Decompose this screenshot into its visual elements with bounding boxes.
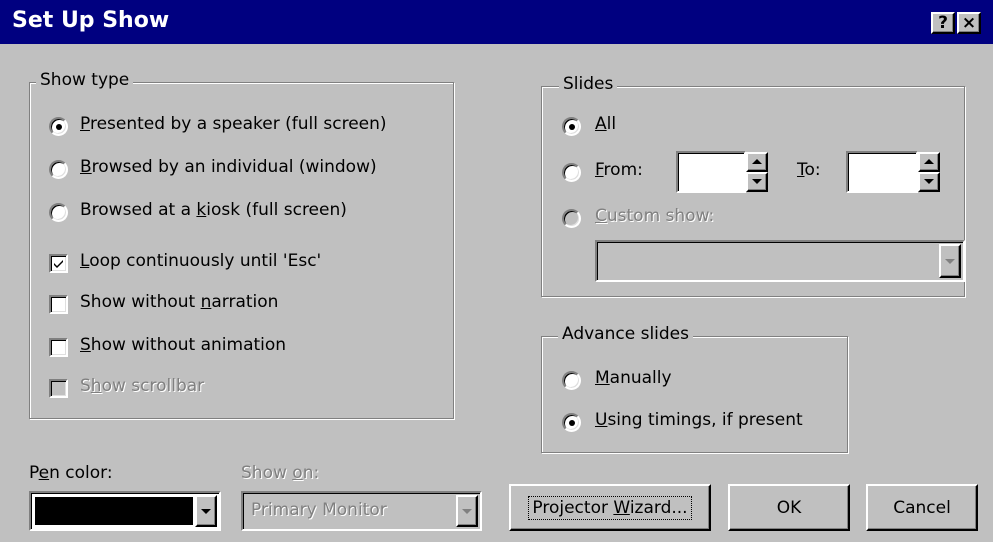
show-on-select: Primary Monitor <box>241 491 482 531</box>
chevron-down-icon <box>462 509 472 514</box>
show-on-label: Show on: <box>241 463 320 483</box>
projector-wizard-label: Projector Wizard... <box>528 495 692 520</box>
checkbox-box <box>49 254 68 273</box>
radio-indicator <box>562 209 581 228</box>
radio-label: Browsed by an individual (window) <box>80 157 377 177</box>
to-spin-down-button[interactable] <box>918 172 940 192</box>
from-input[interactable] <box>676 151 746 193</box>
arrow-down-icon <box>924 179 934 184</box>
checkbox-label: Show scrollbar <box>80 376 205 396</box>
radio-label: Custom show: <box>595 206 715 226</box>
show-on-dropdown-button <box>456 495 478 527</box>
radio-indicator <box>562 117 581 136</box>
advance-slides-title: Advance slides <box>558 324 693 344</box>
radio-dot-icon <box>569 124 575 130</box>
custom-show-dropdown-button <box>939 244 961 278</box>
pen-color-swatch <box>35 497 193 525</box>
checkmark-icon <box>54 260 63 268</box>
arrow-down-icon <box>752 179 762 184</box>
show-on-value: Primary Monitor <box>251 500 387 520</box>
radio-label: All <box>595 114 617 134</box>
pen-color-dropdown-button[interactable] <box>195 495 217 527</box>
checkbox-box <box>49 295 68 314</box>
pen-color-select[interactable] <box>29 491 221 531</box>
radio-label: Presented by a speaker (full screen) <box>80 114 387 134</box>
radio-indicator <box>562 413 581 432</box>
radio-indicator <box>49 160 68 179</box>
chevron-down-icon <box>945 259 955 264</box>
cancel-button[interactable]: Cancel <box>866 484 978 531</box>
show-type-title: Show type <box>36 70 134 90</box>
arrow-up-icon <box>924 159 934 164</box>
radio-indicator <box>562 371 581 390</box>
ok-button[interactable]: OK <box>728 484 850 531</box>
checkbox-label: Show without animation <box>80 335 287 355</box>
radio-label: Manually <box>595 368 672 388</box>
slides-title: Slides <box>559 74 618 94</box>
from-spin-up-button[interactable] <box>746 152 768 172</box>
checkbox-box <box>49 338 68 357</box>
radio-label: From: <box>595 160 643 180</box>
chevron-down-icon <box>201 509 211 514</box>
to-label: To: <box>797 160 821 180</box>
radio-label: Using timings, if present <box>595 410 803 430</box>
close-button[interactable]: × <box>957 12 981 34</box>
advance-slides-group <box>541 336 848 453</box>
radio-indicator <box>562 163 581 182</box>
radio-dot-icon <box>56 124 62 130</box>
arrow-up-icon <box>752 159 762 164</box>
checkbox-box <box>49 379 68 398</box>
checkbox-label: Loop continuously until 'Esc' <box>80 251 322 271</box>
help-icon: ? <box>938 13 948 33</box>
window-title: Set Up Show <box>12 8 170 33</box>
radio-dot-icon <box>569 420 575 426</box>
to-spin-up-button[interactable] <box>918 152 940 172</box>
help-button[interactable]: ? <box>931 12 955 34</box>
pen-color-label: Pen color: <box>29 463 113 483</box>
custom-show-select <box>595 240 965 282</box>
from-spin-down-button[interactable] <box>746 172 768 192</box>
projector-wizard-button[interactable]: Projector Wizard... <box>509 484 711 531</box>
close-icon: × <box>961 13 977 33</box>
to-input[interactable] <box>846 151 918 193</box>
radio-indicator <box>49 203 68 222</box>
checkbox-label: Show without narration <box>80 292 279 312</box>
radio-indicator <box>49 117 68 136</box>
radio-label: Browsed at a kiosk (full screen) <box>80 200 347 220</box>
